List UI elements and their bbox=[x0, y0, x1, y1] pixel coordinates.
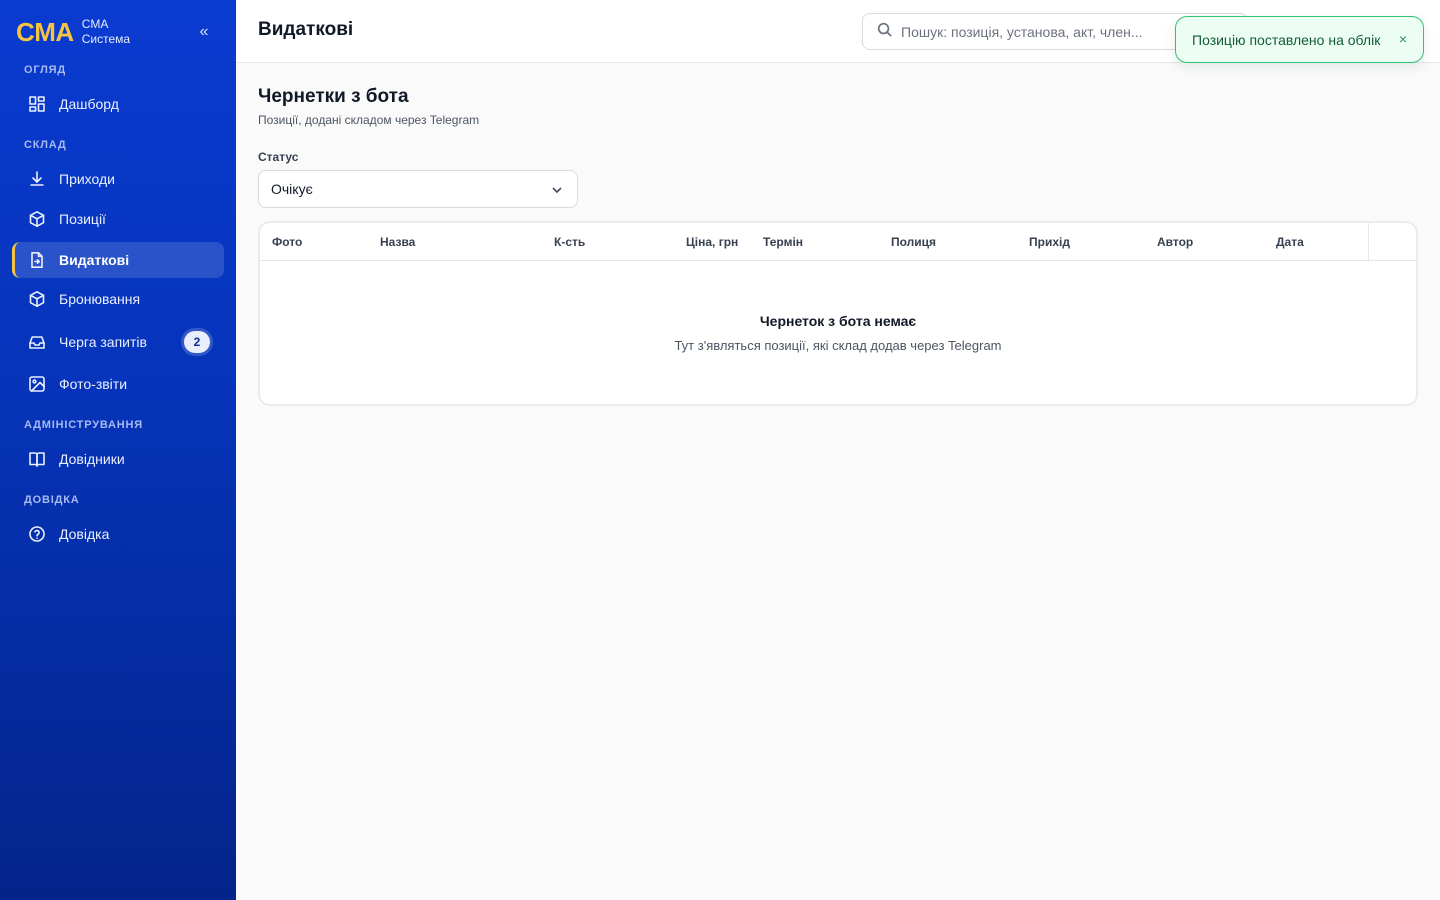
brand-text: CMA Система bbox=[82, 17, 130, 47]
column-header-receipt[interactable]: Прихід bbox=[1029, 235, 1070, 249]
brand-name: CMA bbox=[81, 17, 109, 31]
box-icon bbox=[28, 290, 46, 308]
chevron-down-icon bbox=[551, 183, 563, 195]
section-label-warehouse: СКЛАД bbox=[24, 139, 67, 151]
sidebar-item-booking[interactable]: Бронювання bbox=[12, 281, 224, 317]
toast-message: Позицію поставлено на облік bbox=[1192, 31, 1381, 48]
page-title: Видаткові bbox=[258, 19, 354, 40]
book-icon bbox=[28, 450, 46, 468]
search-icon bbox=[877, 22, 892, 42]
status-filter-select[interactable]: Очікує bbox=[258, 170, 578, 208]
column-header-term[interactable]: Термін bbox=[763, 235, 803, 249]
drafts-table: Фото Назва К-сть Ціна, грн Термін Полиця… bbox=[258, 221, 1418, 406]
sidebar-item-label: Бронювання bbox=[59, 291, 141, 307]
status-filter-value: Очікує bbox=[271, 181, 313, 197]
help-circle-icon bbox=[28, 525, 46, 543]
sidebar-item-label: Довідники bbox=[59, 451, 125, 467]
sidebar-item-label: Видаткові bbox=[59, 252, 130, 268]
brand-logo: CMA bbox=[16, 16, 74, 47]
sidebar-item-help[interactable]: Довідка bbox=[12, 516, 224, 552]
section-label-help: ДОВІДКА bbox=[24, 494, 80, 506]
brand-tagline: Система bbox=[81, 32, 131, 46]
sidebar-item-expenses[interactable]: Видаткові bbox=[12, 242, 224, 278]
sidebar-item-directories[interactable]: Довідники bbox=[12, 441, 224, 477]
section-title: Чернетки з бота bbox=[258, 86, 409, 107]
sidebar-item-dashboard[interactable]: Дашборд bbox=[12, 86, 224, 122]
collapse-sidebar-button[interactable]: « bbox=[192, 20, 216, 44]
empty-state-subtitle: Тут з'являться позиції, які склад додав … bbox=[674, 338, 1002, 353]
table-header: Фото Назва К-сть Ціна, грн Термін Полиця… bbox=[260, 223, 1416, 261]
column-divider bbox=[1368, 223, 1369, 261]
sidebar-item-request-queue[interactable]: Черга запитів 2 bbox=[12, 324, 224, 360]
box-icon bbox=[28, 210, 46, 228]
column-header-quantity[interactable]: К-сть bbox=[554, 235, 585, 249]
dashboard-icon bbox=[28, 95, 46, 113]
section-label-admin: АДМІНІСТРУВАННЯ bbox=[24, 419, 143, 431]
sidebar-item-positions[interactable]: Позиції bbox=[12, 201, 224, 237]
column-header-shelf[interactable]: Полиця bbox=[891, 235, 936, 249]
sidebar-item-label: Довідка bbox=[59, 526, 110, 542]
toast-close-button[interactable]: × bbox=[1399, 31, 1407, 47]
empty-state-title: Чернеток з бота немає bbox=[759, 313, 917, 329]
sidebar-item-label: Позиції bbox=[59, 211, 106, 227]
sidebar-item-receipts[interactable]: Приходи bbox=[12, 161, 224, 197]
request-count-badge: 2 bbox=[184, 331, 210, 353]
sidebar-item-label: Приходи bbox=[59, 171, 115, 187]
inbox-icon bbox=[28, 333, 46, 351]
file-export-icon bbox=[28, 251, 46, 269]
column-header-price[interactable]: Ціна, грн bbox=[686, 235, 738, 249]
image-icon bbox=[28, 375, 46, 393]
section-label-overview: ОГЛЯД bbox=[24, 64, 66, 76]
column-header-photo[interactable]: Фото bbox=[272, 235, 302, 249]
column-header-date[interactable]: Дата bbox=[1276, 235, 1304, 249]
status-filter-label: Статус bbox=[258, 150, 299, 164]
sidebar-item-label: Фото-звіти bbox=[59, 376, 128, 392]
sidebar-item-label: Дашборд bbox=[59, 96, 119, 112]
section-subtitle: Позиції, додані складом через Telegram bbox=[258, 113, 480, 127]
success-toast: Позицію поставлено на облік × bbox=[1175, 16, 1424, 63]
sidebar-item-label: Черга запитів bbox=[59, 334, 147, 350]
column-header-name[interactable]: Назва bbox=[380, 235, 415, 249]
download-icon bbox=[28, 170, 46, 188]
sidebar-item-photo-reports[interactable]: Фото-звіти bbox=[12, 366, 224, 402]
column-header-author[interactable]: Автор bbox=[1157, 235, 1193, 249]
sidebar: CMA CMA Система « ОГЛЯД Дашборд СКЛАД Пр… bbox=[0, 0, 236, 900]
brand[interactable]: CMA CMA Система bbox=[16, 16, 130, 48]
